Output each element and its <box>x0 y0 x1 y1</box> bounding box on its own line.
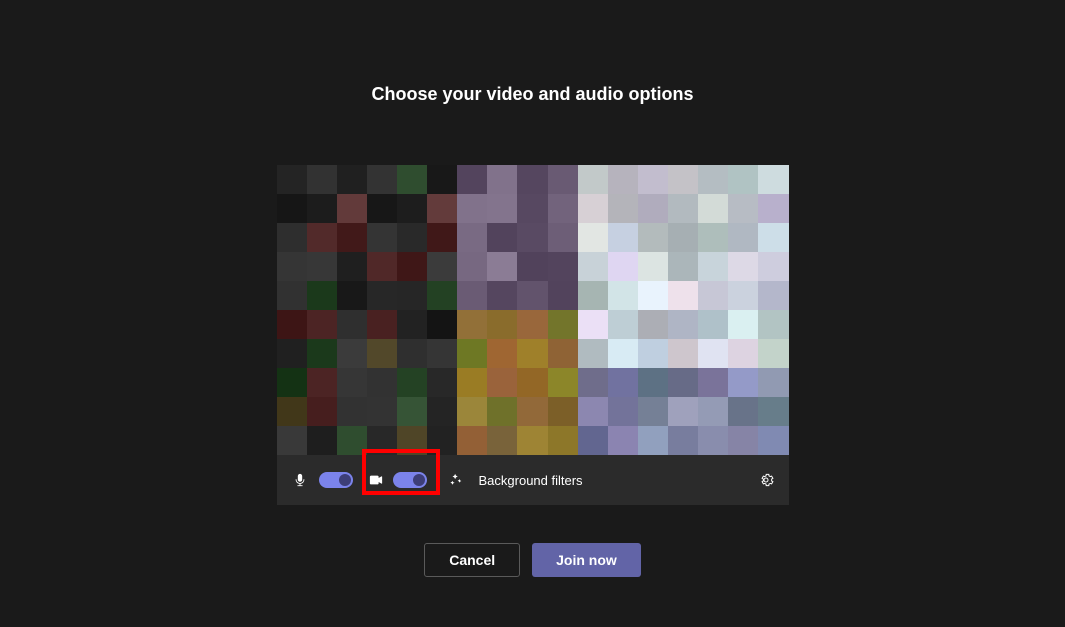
settings-button[interactable] <box>757 471 775 489</box>
camera-toggle[interactable] <box>393 472 427 488</box>
preview-panel: Background filters <box>277 165 789 505</box>
background-filters-button[interactable]: Background filters <box>479 473 583 488</box>
cancel-button[interactable]: Cancel <box>424 543 520 577</box>
background-effects-icon <box>447 471 465 489</box>
camera-icon <box>367 471 385 489</box>
join-now-button[interactable]: Join now <box>532 543 641 577</box>
action-buttons: Cancel Join now <box>424 543 641 577</box>
av-toolbar: Background filters <box>277 455 789 505</box>
microphone-icon <box>291 471 309 489</box>
camera-toggle-group <box>363 469 431 491</box>
microphone-toggle[interactable] <box>319 472 353 488</box>
page-title: Choose your video and audio options <box>371 84 693 105</box>
video-preview <box>277 165 789 455</box>
